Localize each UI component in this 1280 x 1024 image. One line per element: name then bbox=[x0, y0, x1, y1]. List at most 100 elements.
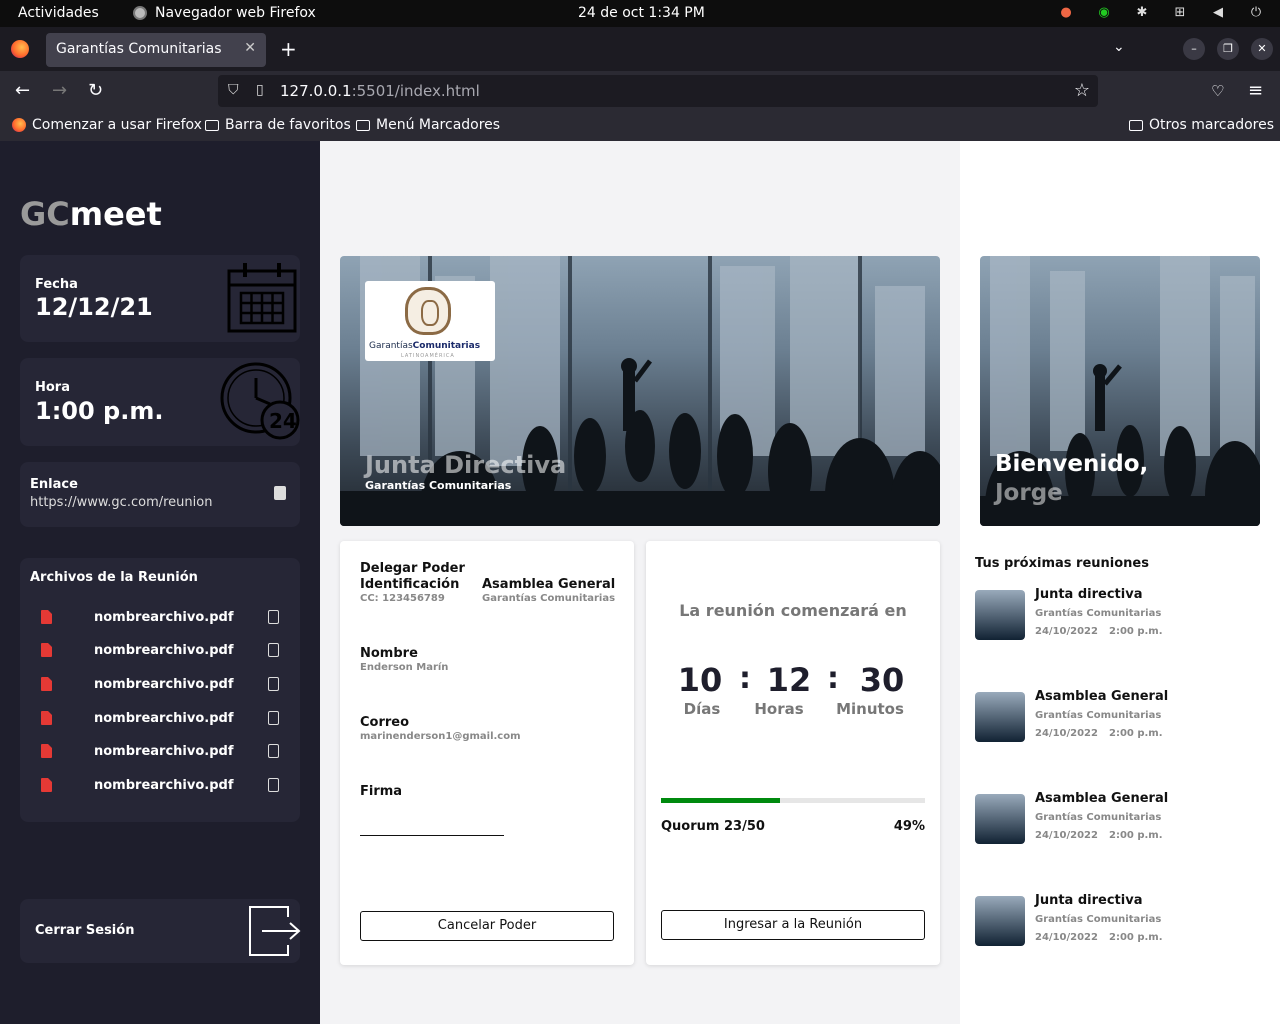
meeting-thumbnail bbox=[975, 794, 1025, 844]
download-icon[interactable] bbox=[268, 778, 279, 792]
activities-button[interactable]: Actividades bbox=[18, 5, 99, 21]
meeting-title: Junta directiva bbox=[1035, 587, 1143, 602]
meeting-link[interactable]: https://www.gc.com/reunion bbox=[30, 495, 212, 510]
app-menu[interactable]: Navegador web Firefox bbox=[133, 5, 316, 21]
logo-text-b: Comunitarias bbox=[412, 341, 481, 351]
sidebar: GCmeet Fecha 12/12/21 Hora 1:00 p.m. 24 … bbox=[0, 141, 320, 1024]
bookmark-label: Menú Marcadores bbox=[376, 117, 501, 133]
file-name[interactable]: nombrearchivo.pdf bbox=[94, 677, 233, 692]
meeting-title: Asamblea General bbox=[1035, 689, 1169, 704]
pocket-icon[interactable]: ♡ bbox=[1211, 81, 1224, 101]
signature-line[interactable] bbox=[360, 835, 504, 836]
upcoming-meeting-item[interactable]: Asamblea General Grantías Comunitarias 2… bbox=[975, 791, 1265, 851]
bookmark-menu[interactable]: Menú Marcadores bbox=[356, 117, 500, 133]
tab-title: Garantías Comunitarias bbox=[56, 41, 222, 57]
delegate-panel: Delegar Poder Identificación CC: 1234567… bbox=[340, 541, 634, 965]
download-icon[interactable] bbox=[268, 711, 279, 725]
web-page: GCmeet Fecha 12/12/21 Hora 1:00 p.m. 24 … bbox=[0, 141, 1280, 1024]
files-title: Archivos de la Reunión bbox=[30, 570, 198, 585]
url-bar[interactable]: ⛉ ▯ 127.0.0.1:5501/index.html ☆ bbox=[218, 75, 1098, 107]
join-meeting-button[interactable]: Ingresar a la Reunión bbox=[661, 910, 925, 940]
id-value: CC: 123456789 bbox=[360, 593, 445, 604]
meeting-org: Grantías Comunitarias bbox=[1035, 812, 1162, 823]
quorum-progress-bar bbox=[661, 798, 925, 803]
countdown-title: La reunión comenzará en bbox=[679, 601, 907, 620]
file-row[interactable]: nombrearchivo.pdf bbox=[20, 671, 300, 705]
copy-icon[interactable] bbox=[274, 486, 286, 500]
download-icon[interactable] bbox=[268, 744, 279, 758]
file-name[interactable]: nombrearchivo.pdf bbox=[94, 711, 233, 726]
reload-icon[interactable]: ↻ bbox=[88, 81, 103, 101]
pdf-icon bbox=[41, 778, 52, 792]
whatsapp-icon[interactable]: ◉ bbox=[1096, 5, 1112, 21]
meeting-time: 2:00 p.m. bbox=[1109, 830, 1163, 841]
system-clock[interactable]: 24 de oct 1:34 PM bbox=[578, 5, 705, 21]
file-row[interactable]: nombrearchivo.pdf bbox=[20, 738, 300, 772]
power-icon[interactable]: ⏻ bbox=[1248, 5, 1264, 21]
bookmark-label: Barra de favoritos bbox=[225, 117, 351, 133]
bookmark-favorites-bar[interactable]: Barra de favoritos bbox=[205, 117, 351, 133]
countdown-panel: La reunión comenzará en 10 : 12 : 30 Día… bbox=[646, 541, 940, 965]
back-arrow-icon[interactable]: ← bbox=[15, 81, 30, 101]
file-row[interactable]: nombrearchivo.pdf bbox=[20, 772, 300, 806]
chrome-icon[interactable]: ● bbox=[1058, 5, 1074, 21]
file-name[interactable]: nombrearchivo.pdf bbox=[94, 744, 233, 759]
upcoming-meeting-item[interactable]: Junta directiva Grantías Comunitarias 24… bbox=[975, 587, 1265, 647]
file-row[interactable]: nombrearchivo.pdf bbox=[20, 705, 300, 739]
file-row[interactable]: nombrearchivo.pdf bbox=[20, 637, 300, 671]
firefox-icon[interactable] bbox=[11, 40, 29, 58]
logo-subtitle: LATINOAMÉRICA bbox=[401, 353, 455, 359]
meeting-time: 2:00 p.m. bbox=[1109, 626, 1163, 637]
bookmark-other[interactable]: Otros marcadores bbox=[1129, 117, 1274, 133]
slack-icon[interactable]: ✱ bbox=[1134, 5, 1150, 21]
new-tab-button[interactable]: + bbox=[280, 37, 297, 61]
download-icon[interactable] bbox=[268, 610, 279, 624]
name-value: Enderson Marín bbox=[360, 662, 449, 673]
file-name[interactable]: nombrearchivo.pdf bbox=[94, 610, 233, 625]
download-icon[interactable] bbox=[268, 643, 279, 657]
file-name[interactable]: nombrearchivo.pdf bbox=[94, 778, 233, 793]
quorum-percent: 49% bbox=[893, 819, 925, 834]
menu-hamburger-icon[interactable]: ≡ bbox=[1248, 81, 1263, 101]
network-icon[interactable]: ⊞ bbox=[1172, 5, 1188, 21]
bookmark-getting-started[interactable]: Comenzar a usar Firefox bbox=[12, 117, 202, 133]
url-path: :5501/index.html bbox=[351, 82, 480, 100]
upcoming-meeting-item[interactable]: Asamblea General Grantías Comunitarias 2… bbox=[975, 689, 1265, 749]
restore-button[interactable]: ❐ bbox=[1217, 38, 1239, 60]
pdf-icon bbox=[41, 643, 52, 657]
url-text[interactable]: 127.0.0.1:5501/index.html bbox=[280, 82, 480, 100]
meeting-org: Grantías Comunitarias bbox=[1035, 914, 1162, 925]
list-tabs-chevron-icon[interactable]: ⌄ bbox=[1113, 39, 1125, 55]
cancel-power-button[interactable]: Cancelar Poder bbox=[360, 911, 614, 941]
name-label: Nombre bbox=[360, 646, 418, 661]
logout-button[interactable]: Cerrar Sesión bbox=[20, 899, 301, 963]
countdown-separator: : bbox=[739, 661, 751, 696]
time-card: Hora 1:00 p.m. 24 bbox=[20, 358, 300, 446]
download-icon[interactable] bbox=[268, 677, 279, 691]
right-panel: Bienvenido, Jorge Tus próximas reuniones… bbox=[960, 141, 1280, 1024]
volume-icon[interactable]: ◀ bbox=[1210, 5, 1226, 21]
meeting-title: Junta directiva bbox=[1035, 893, 1143, 908]
forward-arrow-icon[interactable]: → bbox=[52, 81, 67, 101]
time-label: Hora bbox=[35, 380, 70, 395]
close-window-button[interactable]: ✕ bbox=[1251, 38, 1273, 60]
navigation-bar: ← → ↻ ⛉ ▯ 127.0.0.1:5501/index.html ☆ ♡ … bbox=[0, 71, 1280, 111]
quorum-text: Quorum 23/50 bbox=[661, 819, 765, 834]
welcome-user: Jorge bbox=[995, 480, 1063, 506]
countdown-minutes: 30 bbox=[859, 661, 905, 699]
file-name[interactable]: nombrearchivo.pdf bbox=[94, 643, 233, 658]
brand-gc: GC bbox=[20, 195, 70, 233]
minimize-button[interactable]: – bbox=[1183, 38, 1205, 60]
close-tab-icon[interactable]: ✕ bbox=[244, 40, 256, 56]
file-row[interactable]: nombrearchivo.pdf bbox=[20, 604, 300, 638]
upcoming-meeting-item[interactable]: Junta directiva Grantías Comunitarias 24… bbox=[975, 893, 1265, 953]
shield-icon[interactable]: ⛉ bbox=[228, 82, 239, 98]
page-info-icon[interactable]: ▯ bbox=[256, 82, 264, 98]
pdf-icon bbox=[41, 711, 52, 725]
bookmark-star-icon[interactable]: ☆ bbox=[1074, 80, 1090, 101]
tab-active[interactable]: Garantías Comunitarias ✕ bbox=[46, 33, 266, 67]
company-logo: GarantíasComunitarias LATINOAMÉRICA bbox=[365, 281, 495, 361]
brand-logo[interactable]: GCmeet bbox=[20, 195, 162, 233]
date-value: 12/12/21 bbox=[35, 293, 153, 321]
bookmark-label: Otros marcadores bbox=[1149, 117, 1275, 133]
